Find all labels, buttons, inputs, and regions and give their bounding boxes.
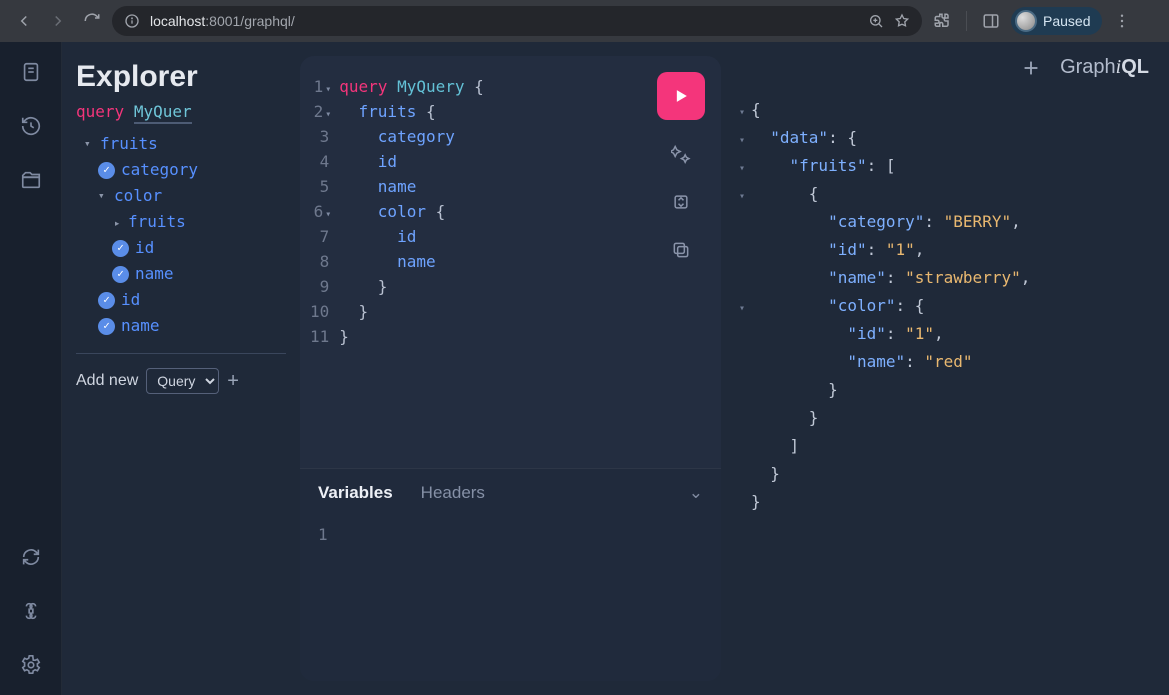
explorer-title: Explorer <box>76 60 286 94</box>
left-rail <box>0 42 62 695</box>
extensions-button[interactable] <box>928 7 956 35</box>
tree-node-name[interactable]: ✓name <box>76 313 286 339</box>
add-new-button[interactable]: + <box>227 370 239 393</box>
divider <box>76 353 286 354</box>
checked-icon: ✓ <box>112 240 129 257</box>
tab-headers[interactable]: Headers <box>421 483 485 503</box>
tree-node-color-name[interactable]: ✓name <box>76 261 286 287</box>
query-name-input[interactable]: MyQuer <box>134 102 192 124</box>
prettify-icon[interactable] <box>667 140 695 168</box>
editor-toolbar <box>657 72 705 264</box>
checked-icon: ✓ <box>98 162 115 179</box>
profile-paused-chip[interactable]: Paused <box>1011 7 1102 35</box>
explorer-icon[interactable] <box>17 166 45 194</box>
divider <box>966 11 967 31</box>
forward-button[interactable] <box>44 7 72 35</box>
new-tab-button[interactable] <box>1020 57 1042 79</box>
browser-toolbar: localhost:8001/graphql/ Paused <box>0 0 1169 42</box>
chevron-down-icon[interactable]: ⌄ <box>689 483 703 503</box>
info-icon <box>124 13 140 29</box>
checked-icon: ✓ <box>98 318 115 335</box>
star-icon[interactable] <box>894 13 910 29</box>
graphiql-app: Explorer query MyQuer ▾fruits ✓category … <box>0 42 1169 695</box>
copy-icon[interactable] <box>667 236 695 264</box>
tree-node-id[interactable]: ✓id <box>76 287 286 313</box>
tree-node-category[interactable]: ✓category <box>76 157 286 183</box>
address-bar[interactable]: localhost:8001/graphql/ <box>112 6 922 36</box>
editor-column: 1▾2▾3 4 5 6▾7 8 9 10 11 query MyQuery { … <box>300 42 721 695</box>
result-viewer[interactable]: ▾{▾ "data": {▾ "fruits": [▾ { "category"… <box>737 97 1149 517</box>
add-new-label: Add new <box>76 372 138 390</box>
add-new-row: Add new Query + <box>76 368 286 394</box>
query-editor-panel: 1▾2▾3 4 5 6▾7 8 9 10 11 query MyQuery { … <box>300 56 721 681</box>
tree-node-color-fruits[interactable]: ▾fruits <box>76 209 286 235</box>
reload-button[interactable] <box>78 7 106 35</box>
execute-button[interactable] <box>657 72 705 120</box>
result-header: GraphiQL <box>737 56 1149 79</box>
menu-button[interactable] <box>1108 7 1136 35</box>
history-icon[interactable] <box>17 112 45 140</box>
side-panel-button[interactable] <box>977 7 1005 35</box>
checked-icon: ✓ <box>112 266 129 283</box>
tab-variables[interactable]: Variables <box>318 483 393 503</box>
docs-icon[interactable] <box>17 58 45 86</box>
tree-node-fruits[interactable]: ▾fruits <box>76 131 286 157</box>
avatar <box>1015 10 1037 32</box>
refetch-icon[interactable] <box>17 543 45 571</box>
line-gutter: 1▾2▾3 4 5 6▾7 8 9 10 11 <box>310 74 339 468</box>
back-button[interactable] <box>10 7 38 35</box>
query-label: query MyQuer <box>76 102 286 121</box>
paused-label: Paused <box>1043 13 1090 29</box>
variables-editor[interactable]: 1 <box>318 525 703 544</box>
graphiql-logo: GraphiQL <box>1060 56 1149 79</box>
explorer-panel: Explorer query MyQuer ▾fruits ✓category … <box>62 42 300 695</box>
tree-node-color[interactable]: ▾color <box>76 183 286 209</box>
variables-tabs: Variables Headers ⌄ <box>318 483 703 503</box>
code-lines: query MyQuery { fruits { category id nam… <box>339 74 484 468</box>
zoom-icon[interactable] <box>868 13 884 29</box>
explorer-tree: ▾fruits ✓category ▾color ▾fruits ✓id ✓na… <box>76 131 286 339</box>
url-text: localhost:8001/graphql/ <box>150 13 295 29</box>
merge-icon[interactable] <box>667 188 695 216</box>
shortcuts-icon[interactable] <box>17 597 45 625</box>
tree-node-color-id[interactable]: ✓id <box>76 235 286 261</box>
checked-icon: ✓ <box>98 292 115 309</box>
variables-panel: Variables Headers ⌄ 1 <box>300 468 721 681</box>
result-panel: GraphiQL ▾{▾ "data": {▾ "fruits": [▾ { "… <box>721 42 1169 695</box>
browser-window: localhost:8001/graphql/ Paused Explorer <box>0 0 1169 695</box>
settings-icon[interactable] <box>17 651 45 679</box>
add-new-select[interactable]: Query <box>146 368 219 394</box>
